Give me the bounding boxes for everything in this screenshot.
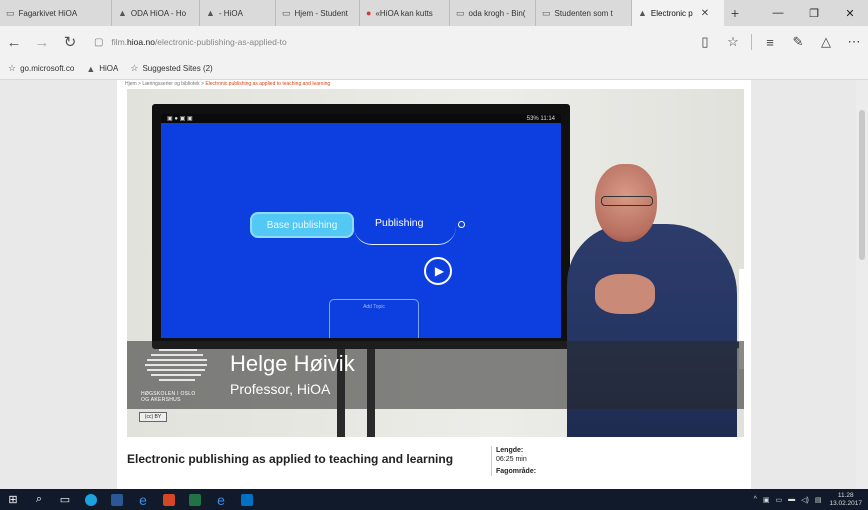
glasses-icon xyxy=(601,196,653,206)
breadcrumb: Hjem > Læringsserier og bibliotek > Elec… xyxy=(125,81,331,87)
start-icon[interactable]: ⊞ xyxy=(0,489,26,510)
favorites-bar: ☆ go.microsoft.co ▲ HiOA ☆ Suggested Sites … xyxy=(0,58,868,80)
tv-screen: ▣ ● ▣ ▣ 53% 11:14 Base publishing Publis… xyxy=(161,114,561,338)
search-icon[interactable]: ⌕ xyxy=(26,489,52,510)
add-topic-box: Add Topic xyxy=(329,299,419,338)
red-circle-icon: ● xyxy=(366,8,372,18)
network-icon[interactable]: ▭ xyxy=(775,496,782,504)
word-icon[interactable] xyxy=(104,489,130,510)
star-icon: ☆ xyxy=(130,63,139,73)
android-status-bar: ▣ ● ▣ ▣ 53% 11:14 xyxy=(161,114,561,123)
restore-icon[interactable]: ❐ xyxy=(796,7,832,20)
forward-icon[interactable]: → xyxy=(28,34,56,51)
address-bar[interactable]: ▢ film. hioa.no/electronic-publishing-as-… xyxy=(94,37,614,48)
hioa-icon: ▲ xyxy=(118,8,127,18)
scrollbar-thumb[interactable] xyxy=(859,110,865,260)
mindmap-node-handle xyxy=(458,221,465,228)
chevron-up-icon[interactable]: ^ xyxy=(754,496,757,503)
hioa-icon: ▲ xyxy=(638,8,647,18)
tab-fagarkivet[interactable]: ▭ Fagarkivet HiOA xyxy=(0,0,112,26)
page-content: Hjem > Læringsserier og bibliotek > Elec… xyxy=(117,80,751,489)
tab-hjem-student[interactable]: ▭ Hjem - Student xyxy=(276,0,360,26)
close-tab-icon[interactable]: ✕ xyxy=(701,8,709,19)
lower-third-overlay: HØGSKOLEN I OSLO OG AKERSHUS Helge Høivik… xyxy=(127,341,744,409)
video-player[interactable]: ▣ ● ▣ ▣ 53% 11:14 Base publishing Publis… xyxy=(127,89,744,437)
back-icon[interactable]: ← xyxy=(0,34,28,51)
tab-oda-hioa[interactable]: ▲ ODA HiOA - Ho xyxy=(112,0,200,26)
video-title: Electronic publishing as applied to teac… xyxy=(127,452,454,466)
web-note-icon[interactable]: ✎ xyxy=(784,34,812,50)
outlook-icon[interactable] xyxy=(234,489,260,510)
mindmap-node-base-publishing: Base publishing xyxy=(250,212,354,238)
mindmap-node-publishing: Publishing xyxy=(375,217,424,229)
tv-monitor: ▣ ● ▣ ▣ 53% 11:14 Base publishing Publis… xyxy=(152,104,570,349)
speaker-title: Professor, HiOA xyxy=(230,381,331,397)
page-icon: ▭ xyxy=(456,7,465,18)
favorite-star-icon[interactable]: ☆ xyxy=(719,34,747,50)
new-tab-button[interactable]: + xyxy=(724,5,746,21)
page-icon: ▭ xyxy=(542,7,551,18)
hub-icon[interactable]: ≡ xyxy=(756,35,784,50)
vertical-scrollbar[interactable] xyxy=(856,80,868,489)
system-tray: ^ ▣ ▭ ▬ ◁) ▤ 11.28 13.02.2017 xyxy=(748,492,868,508)
tab-oda-krogh[interactable]: ▭ oda krogh - Bin( xyxy=(450,0,536,26)
star-icon: ☆ xyxy=(8,63,17,73)
page-icon: ▭ xyxy=(282,7,291,18)
toolbar-right: ▯ ☆ ≡ ✎ △ ⋯ xyxy=(691,34,868,50)
outlook-tray-icon[interactable]: ▣ xyxy=(763,496,770,504)
favorite-suggested-sites[interactable]: ☆ Suggested Sites (2) xyxy=(130,63,212,74)
tab-electronic-publishing[interactable]: ▲ Electronic p ✕ xyxy=(632,0,724,26)
skype-icon[interactable] xyxy=(78,489,104,510)
video-metadata: Lengde: 06:25 min Fagområde: xyxy=(491,446,536,476)
task-view-icon[interactable]: ▭ xyxy=(52,489,78,510)
edge-icon[interactable]: e xyxy=(130,489,156,510)
internet-explorer-icon[interactable]: e xyxy=(208,489,234,510)
excel-icon[interactable] xyxy=(182,489,208,510)
toolbar-divider xyxy=(751,34,752,50)
refresh-icon[interactable]: ↻ xyxy=(56,33,84,51)
creative-commons-badge[interactable]: (cc) BY xyxy=(139,412,167,422)
hioa-icon: ▲ xyxy=(206,8,215,18)
notification-icons: ▣ ● ▣ ▣ xyxy=(167,116,193,122)
hioa-icon: ▲ xyxy=(86,63,96,74)
battery-icon[interactable]: ▬ xyxy=(788,496,795,503)
play-icon[interactable]: ▶ xyxy=(424,257,452,285)
window-controls: — ❐ ✕ xyxy=(760,7,868,20)
powerpoint-icon[interactable] xyxy=(156,489,182,510)
favorite-go-microsoft[interactable]: ☆ go.microsoft.co xyxy=(8,63,74,74)
page-icon: ▢ xyxy=(94,36,104,48)
notification-icon[interactable]: ▤ xyxy=(815,496,822,504)
favorite-hioa[interactable]: ▲ HiOA xyxy=(86,64,118,74)
tab-hioa-kan-kuttes[interactable]: ● «HiOA kan kutts xyxy=(360,0,450,26)
hioa-logo: HØGSKOLEN I OSLO OG AKERSHUS xyxy=(141,347,221,403)
speaker-name: Helge Høivik xyxy=(230,351,355,376)
page-viewport: Hjem > Læringsserier og bibliotek > Elec… xyxy=(0,80,868,489)
mindmap-connector xyxy=(354,227,456,245)
windows-taskbar: ⊞ ⌕ ▭ e e ^ ▣ ▭ ▬ ◁) ▤ 11.28 13.02.2017 xyxy=(0,489,868,510)
reading-view-icon[interactable]: ▯ xyxy=(691,34,719,50)
close-window-icon[interactable]: ✕ xyxy=(832,7,868,20)
more-icon[interactable]: ⋯ xyxy=(840,34,868,50)
navigation-bar: ← → ↻ ▢ film. hioa.no/electronic-publishi… xyxy=(0,26,868,58)
taskbar-clock[interactable]: 11.28 13.02.2017 xyxy=(829,492,862,508)
tab-studenten[interactable]: ▭ Studenten som t xyxy=(536,0,632,26)
page-icon: ▭ xyxy=(6,7,15,18)
minimize-icon[interactable]: — xyxy=(760,7,796,20)
tab-bar: ▭ Fagarkivet HiOA ▲ ODA HiOA - Ho ▲ - HiOA … xyxy=(0,0,868,26)
share-icon[interactable]: △ xyxy=(812,34,840,50)
volume-icon[interactable]: ◁) xyxy=(801,496,809,504)
tab-hioa[interactable]: ▲ - HiOA xyxy=(200,0,276,26)
